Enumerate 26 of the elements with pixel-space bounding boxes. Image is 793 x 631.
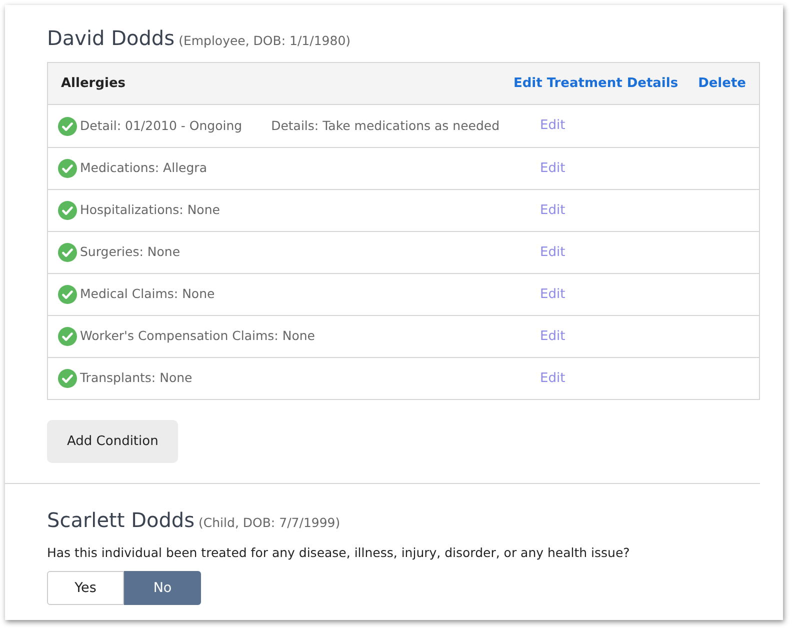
person-info: (Child, DOB: 7/7/1999) bbox=[198, 514, 340, 532]
header-link[interactable]: Edit Treatment Details bbox=[513, 74, 678, 94]
table-title: Allergies bbox=[61, 74, 127, 93]
row-text: Worker's Compensation Claims: None bbox=[80, 327, 315, 346]
answer-toggle[interactable]: No bbox=[124, 570, 201, 605]
edit-link[interactable]: Edit bbox=[540, 116, 566, 136]
edit-link[interactable]: Edit bbox=[540, 284, 566, 304]
edit-link[interactable]: Edit bbox=[540, 326, 566, 346]
person-info: (Employee, DOB: 1/1/1980) bbox=[178, 32, 351, 50]
edit-link[interactable]: Edit bbox=[540, 242, 566, 262]
row-text: Detail: 01/2010 - Ongoing bbox=[80, 116, 242, 135]
row-text: Surgeries: None bbox=[80, 243, 180, 262]
edit-link[interactable]: Edit bbox=[540, 158, 566, 178]
row-text: Medications: Allegra bbox=[80, 159, 207, 178]
person-name: Scarlett Dodds bbox=[47, 507, 195, 534]
answer-toggle[interactable]: Yes bbox=[47, 570, 124, 605]
row-text: Medical Claims: None bbox=[80, 285, 215, 304]
question-text: Has this individual been treated for any disease, illness, injury, disorder, or any health issue? bbox=[47, 544, 631, 562]
edit-link[interactable]: Edit bbox=[540, 200, 566, 220]
add-condition-button[interactable]: Add Condition bbox=[47, 420, 178, 463]
edit-link[interactable]: Edit bbox=[540, 368, 566, 388]
row-details: Details: Take medications as needed bbox=[271, 116, 500, 135]
person-name: David Dodds bbox=[47, 25, 175, 52]
row-text: Hospitalizations: None bbox=[80, 201, 220, 220]
row-text: Transplants: None bbox=[80, 369, 192, 388]
header-link[interactable]: Delete bbox=[698, 74, 746, 94]
